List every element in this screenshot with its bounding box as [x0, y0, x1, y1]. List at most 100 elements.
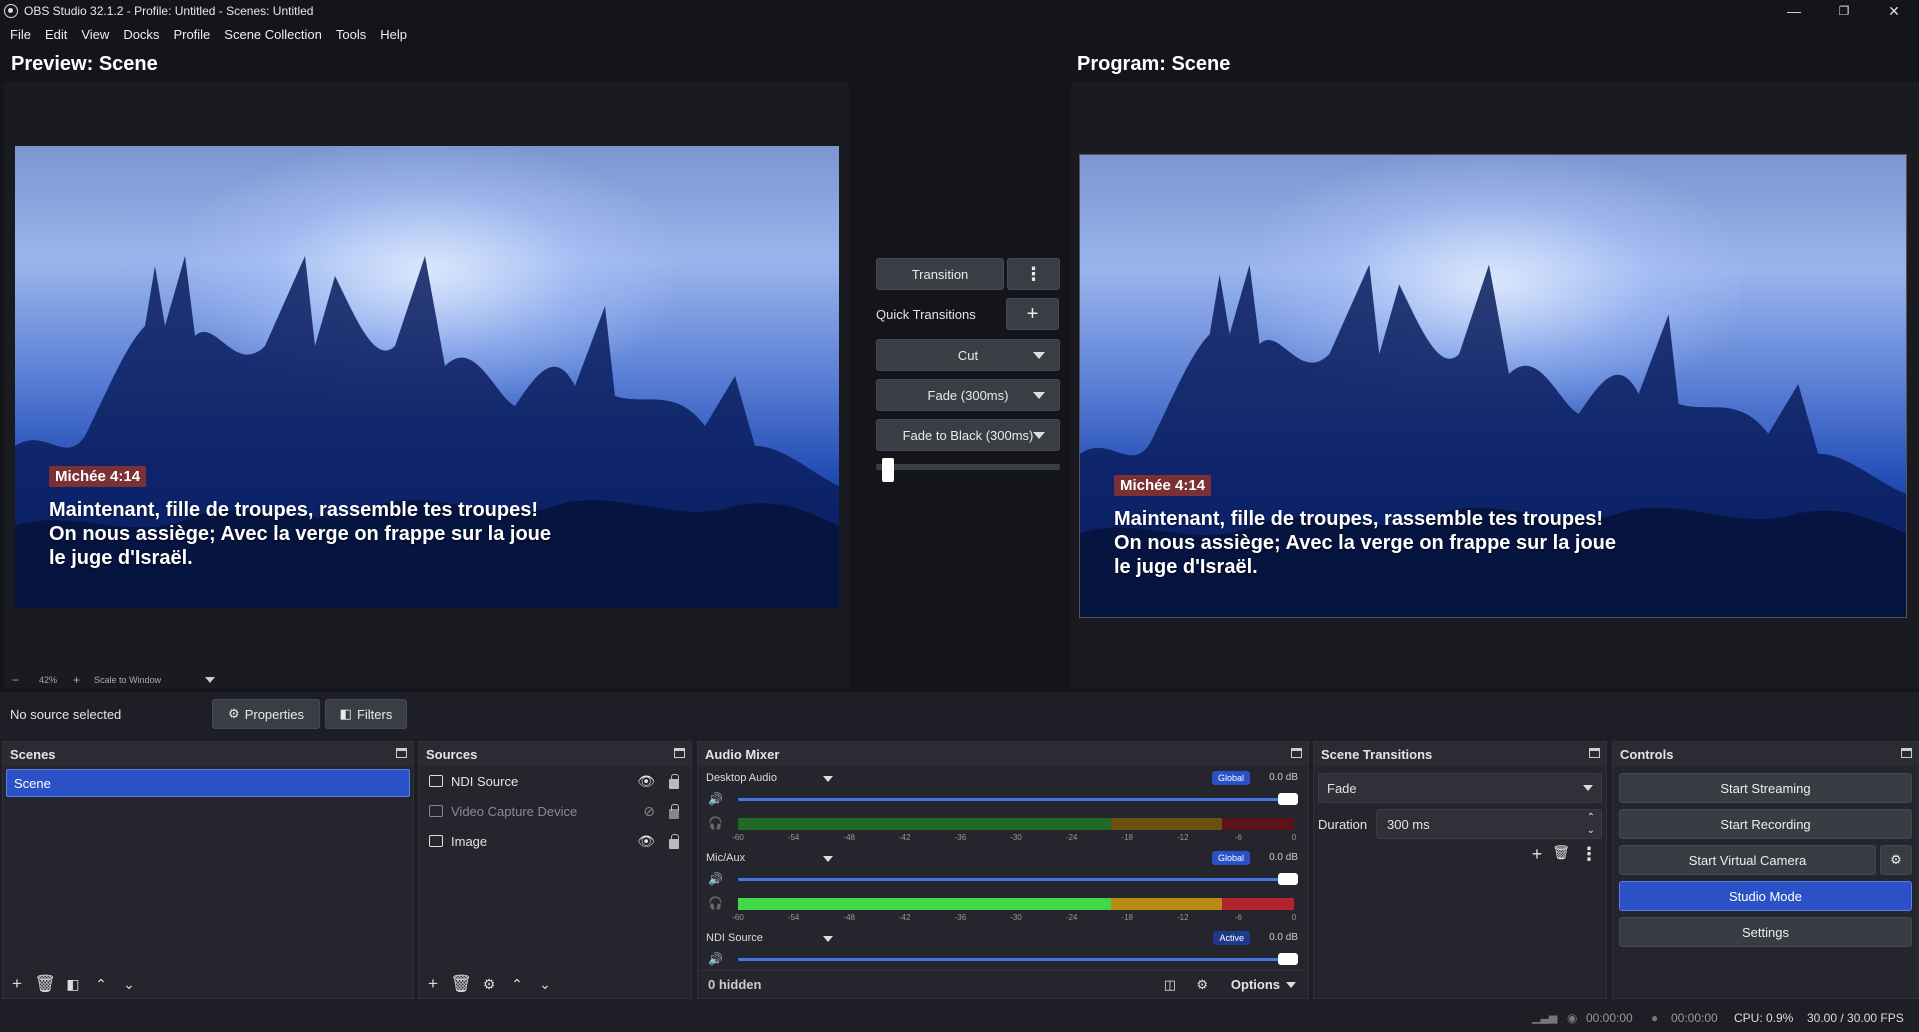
move-down-icon[interactable]: ⌄ [531, 971, 559, 997]
volume-slider[interactable] [738, 953, 1298, 965]
transition-select[interactable]: Fade [1318, 773, 1602, 803]
channel-name: Desktop Audio [706, 772, 777, 784]
spin-up-icon[interactable]: ⌃ [1587, 812, 1595, 823]
menu-edit[interactable]: Edit [38, 27, 74, 42]
trash-icon[interactable]: 🗑 [447, 971, 475, 997]
preview-verse-reference: Michée 4:14 [49, 466, 147, 487]
volume-slider[interactable] [738, 873, 1298, 885]
meter-tick-label: -36 [954, 833, 967, 842]
preview-verse-text: Maintenant, fille de troupes, rassemble … [49, 499, 552, 569]
controls-dock-header: Controls [1613, 742, 1918, 766]
scene-list-item[interactable]: Scene [6, 769, 410, 797]
virtual-camera-settings-gear-icon[interactable]: ⚙ [1880, 845, 1912, 875]
menu-view[interactable]: View [74, 27, 116, 42]
zoom-mode-select[interactable]: Scale to Window [94, 675, 161, 685]
start-streaming-button[interactable]: Start Streaming [1619, 773, 1912, 803]
menu-help[interactable]: Help [373, 27, 414, 42]
meter-tick-label: -24 [1065, 913, 1078, 922]
start-recording-button[interactable]: Start Recording [1619, 809, 1912, 839]
menu-scene-collection[interactable]: Scene Collection [217, 27, 329, 42]
quick-transition-cut[interactable]: Cut [876, 339, 1060, 371]
eye-hidden-icon[interactable]: ⊘ [643, 803, 655, 820]
undock-icon[interactable] [1901, 748, 1912, 758]
move-up-icon[interactable]: ⌃ [87, 971, 115, 997]
quick-transition-fade-to-black[interactable]: Fade to Black (300ms) [876, 419, 1060, 451]
meter-tick-label: -60 [732, 833, 744, 842]
move-up-icon[interactable]: ⌃ [503, 971, 531, 997]
source-item-video-capture[interactable]: Video Capture Device ⊘ [419, 796, 691, 826]
image-icon [429, 835, 443, 847]
eye-icon[interactable]: 👁 [637, 773, 655, 790]
scene-filters-icon[interactable]: ◧ [59, 971, 87, 997]
maximize-button[interactable]: ❐ [1819, 0, 1869, 22]
layout-toggle-icon[interactable]: ◫ [1164, 977, 1176, 993]
monitor-headphones-icon[interactable]: 🎧 [708, 816, 723, 830]
studio-mode-button[interactable]: Studio Mode [1619, 881, 1912, 911]
settings-button[interactable]: Settings [1619, 917, 1912, 947]
lock-icon[interactable] [669, 774, 679, 789]
more-options-icon[interactable]: ⋮ [1007, 258, 1060, 290]
menu-docks[interactable]: Docks [116, 27, 166, 42]
t-bar-track[interactable] [876, 458, 1060, 482]
start-virtual-camera-button[interactable]: Start Virtual Camera [1619, 845, 1876, 875]
preview-pane[interactable]: Michée 4:14 Maintenant, fille de troupes… [4, 82, 849, 672]
add-source-icon[interactable]: + [419, 971, 447, 997]
spin-down-icon[interactable]: ⌄ [1587, 825, 1595, 836]
duration-input[interactable]: 300 ms ⌃ ⌄ [1376, 809, 1602, 839]
advanced-audio-gear-icon[interactable]: ⚙ [1196, 977, 1208, 993]
speaker-icon[interactable]: 🔊 [708, 952, 723, 966]
mixer-dock-toolbar: 0 hidden ◫ ⚙ Options [698, 970, 1308, 998]
chevron-down-icon[interactable] [205, 677, 216, 683]
zoom-in-button[interactable]: + [73, 673, 80, 687]
undock-icon[interactable] [396, 748, 407, 758]
add-scene-icon[interactable]: + [3, 971, 31, 997]
move-down-icon[interactable]: ⌄ [115, 971, 143, 997]
program-verse-reference: Michée 4:14 [1114, 475, 1212, 496]
lock-icon[interactable] [669, 804, 679, 819]
transition-button[interactable]: Transition [876, 258, 1004, 290]
volume-slider-handle[interactable] [1278, 793, 1298, 805]
meter-scale: -60 -54 -48 -42 -36 -30 -24 -18 -12 -6 0 [732, 833, 1296, 843]
zoom-out-button[interactable]: − [12, 673, 19, 687]
chevron-down-icon[interactable] [823, 776, 833, 782]
program-title: Program: Scene [1077, 53, 1231, 75]
volume-slider[interactable] [738, 793, 1298, 805]
speaker-icon[interactable]: 🔊 [708, 872, 723, 886]
undock-icon[interactable] [674, 748, 685, 758]
filters-button[interactable]: ◧ Filters [325, 699, 407, 729]
undock-icon[interactable] [1291, 748, 1302, 758]
add-quick-transition-button[interactable]: + [1006, 298, 1059, 330]
trash-icon[interactable]: 🗑 [1552, 844, 1570, 865]
close-button[interactable]: ✕ [1869, 0, 1919, 22]
channel-badge: Global [1211, 851, 1250, 865]
trash-icon[interactable]: 🗑 [31, 971, 59, 997]
preview-canvas[interactable]: Michée 4:14 Maintenant, fille de troupes… [15, 146, 839, 608]
chevron-down-icon[interactable] [823, 936, 833, 942]
menu-file[interactable]: File [3, 27, 38, 42]
eye-icon[interactable]: 👁 [637, 833, 655, 850]
scenes-dock-toolbar: + 🗑 ◧ ⌃ ⌄ [3, 970, 413, 998]
audio-mixer-dock: Audio Mixer Desktop Audio Global 0.0 dB 🔊 🎧 -… [697, 741, 1309, 999]
source-item-ndi[interactable]: NDI Source 👁 [419, 766, 691, 796]
properties-button[interactable]: ⚙ Properties [212, 699, 320, 729]
minimize-button[interactable]: — [1769, 0, 1819, 22]
quick-transition-fade[interactable]: Fade (300ms) [876, 379, 1060, 411]
meter-tick-label: -12 [1177, 833, 1189, 842]
mixer-options-button[interactable]: Options [1231, 977, 1296, 992]
t-bar-handle[interactable] [881, 458, 894, 482]
volume-slider-handle[interactable] [1278, 873, 1298, 885]
speaker-icon[interactable]: 🔊 [708, 792, 723, 806]
source-item-image[interactable]: Image 👁 [419, 826, 691, 856]
menu-tools[interactable]: Tools [329, 27, 373, 42]
add-transition-icon[interactable]: + [1532, 844, 1543, 865]
gear-icon[interactable]: ⚙ [475, 971, 503, 997]
volume-slider-handle[interactable] [1278, 953, 1298, 965]
mixer-channels: Desktop Audio Global 0.0 dB 🔊 🎧 -60 -54 -48 -42-… [698, 766, 1308, 966]
lock-icon[interactable] [669, 834, 679, 849]
more-options-icon[interactable]: ⋮ [1580, 844, 1598, 865]
undock-icon[interactable] [1589, 748, 1600, 758]
monitor-headphones-icon[interactable]: 🎧 [708, 896, 723, 910]
window-title: OBS Studio 32.1.2 - Profile: Untitled - … [24, 4, 314, 18]
chevron-down-icon[interactable] [823, 856, 833, 862]
menu-profile[interactable]: Profile [166, 27, 217, 42]
